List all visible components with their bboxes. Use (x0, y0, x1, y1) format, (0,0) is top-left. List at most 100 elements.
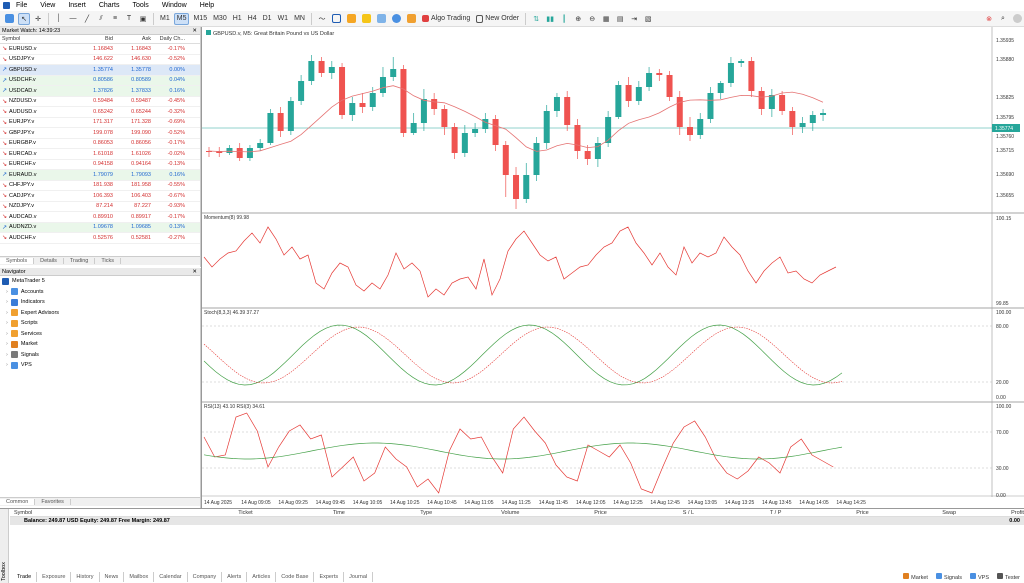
fibo-button[interactable]: ≡ (109, 13, 121, 25)
menu-file[interactable]: File (16, 2, 27, 9)
data-window-button[interactable] (375, 13, 388, 25)
indicators-button[interactable] (330, 13, 343, 25)
tab-history[interactable]: History (71, 572, 100, 582)
tab-symbols[interactable]: Symbols (0, 258, 35, 264)
col-bid[interactable]: Bid (88, 36, 113, 42)
market-watch-row[interactable]: ↘ EURGBP.v 0.86053 0.86056 -0.17% (0, 139, 200, 149)
nav-item-services[interactable]: › Services (0, 329, 200, 340)
menu-insert[interactable]: Insert (68, 2, 86, 9)
templates-button[interactable] (345, 13, 358, 25)
market-watch-row[interactable]: ↘ AUDUSD.v 0.65242 0.65244 -0.32% (0, 107, 200, 118)
market-watch-row[interactable]: ↗ AUDNZD.v 1.09678 1.09685 0.13% (0, 222, 200, 233)
expand-icon[interactable]: › (6, 352, 8, 358)
expand-icon[interactable]: › (6, 341, 8, 347)
search-button[interactable]: ⌕ (997, 13, 1009, 25)
market-watch-row[interactable]: ↘ EURUSD.v 1.16843 1.16843 -0.17% (0, 44, 200, 55)
chart-type-button[interactable]: 〜 (316, 13, 328, 25)
chart-window[interactable]: GBPUSD.v, M5: Great Britain Pound vs US … (201, 27, 1024, 508)
toolbox-col-time[interactable]: Time (253, 510, 345, 516)
scroll-button[interactable]: ▤ (614, 13, 626, 25)
nav-root[interactable]: MetaTrader 5 (0, 276, 200, 287)
toolbox-col-volume[interactable]: Volume (432, 510, 519, 516)
shapes-button[interactable]: ▣ (137, 13, 149, 25)
channel-button[interactable]: ⫽ (95, 13, 107, 25)
zoom-out-button[interactable]: ⊖ (586, 13, 598, 25)
cloud-button[interactable] (390, 13, 403, 25)
expand-icon[interactable]: › (6, 362, 8, 368)
crosshair-button[interactable]: ✛ (32, 13, 44, 25)
tf-mn[interactable]: MN (292, 13, 307, 25)
lock-button[interactable] (360, 13, 373, 25)
menu-help[interactable]: Help (200, 2, 214, 9)
tf-d1[interactable]: D1 (261, 13, 274, 25)
zoom-in-button[interactable]: ⊕ (572, 13, 584, 25)
tf-h4[interactable]: H4 (246, 13, 259, 25)
account-button[interactable] (1011, 13, 1024, 25)
horizontal-line-button[interactable]: — (67, 13, 79, 25)
status-signals[interactable]: Signals (935, 573, 962, 581)
tile-button[interactable]: ▦ (600, 13, 612, 25)
toolbox-col-symbol[interactable]: Symbol (10, 510, 117, 516)
menu-view[interactable]: View (40, 2, 55, 9)
help-button[interactable]: ⊗ (983, 13, 995, 25)
expand-icon[interactable]: › (6, 320, 8, 326)
tab-experts[interactable]: Experts (314, 572, 345, 582)
tab-mailbox[interactable]: Mailbox (124, 572, 155, 582)
expand-icon[interactable]: › (6, 289, 8, 295)
tf-m5[interactable]: M5 (173, 12, 190, 25)
new-chart-button[interactable] (3, 13, 16, 25)
menu-charts[interactable]: Charts (99, 2, 120, 9)
expand-icon[interactable]: › (6, 310, 8, 316)
tab-news[interactable]: News (100, 572, 125, 582)
col-ask[interactable]: Ask (113, 36, 151, 42)
market-watch-row[interactable]: ↘ NZDJPY.v 87.214 87.227 -0.93% (0, 202, 200, 212)
tab-calendar[interactable]: Calendar (154, 572, 188, 582)
toolbox-col-sl[interactable]: S / L (607, 510, 694, 516)
expand-icon[interactable]: › (6, 331, 8, 337)
tab-journal[interactable]: Journal (344, 572, 374, 582)
market-watch-row[interactable]: ↘ NZDUSD.v 0.59484 0.59487 -0.45% (0, 97, 200, 107)
menu-tools[interactable]: Tools (132, 2, 148, 9)
tab-details[interactable]: Details (34, 258, 64, 264)
market-watch-row[interactable]: ↘ CADJPY.v 106.393 106.403 -0.67% (0, 191, 200, 202)
market-watch-row[interactable]: ↘ AUDCHF.v 0.52576 0.52581 -0.27% (0, 233, 200, 244)
market-watch-row[interactable]: ↗ USDCAD.v 1.37826 1.37833 0.16% (0, 86, 200, 97)
tab-code-base[interactable]: Code Base (276, 572, 315, 582)
toolbox-col-ticket[interactable]: Ticket (117, 510, 252, 516)
toolbox-col-tp[interactable]: T / P (694, 510, 782, 516)
toolbox-col-profit[interactable]: Profit (956, 510, 1024, 516)
market-watch-row[interactable]: ↘ AUDCAD.v 0.89910 0.89917 -0.17% (0, 212, 200, 223)
status-vps[interactable]: VPS (970, 573, 989, 581)
depth-button[interactable]: ⇅ (530, 13, 542, 25)
toolbox-col-price[interactable]: Price (781, 510, 869, 516)
market-watch-row[interactable]: ↘ GBPJPY.v 199.078 199.090 -0.52% (0, 128, 200, 139)
market-watch-row[interactable]: ↘ EURCAD.v 1.61018 1.61026 -0.02% (0, 149, 200, 160)
toolbox-col-swap[interactable]: Swap (869, 510, 956, 516)
market-watch-row[interactable]: ↗ EURAUD.v 1.79079 1.79093 0.16% (0, 170, 200, 181)
tab-ticks[interactable]: Ticks (95, 258, 121, 264)
menu-window[interactable]: Window (162, 2, 187, 9)
tab-favorites[interactable]: Favorites (35, 499, 71, 505)
tf-m30[interactable]: M30 (211, 13, 229, 25)
algo-trading-button[interactable]: Algo Trading (420, 13, 472, 25)
candles-button[interactable]: ┃ (558, 13, 570, 25)
market-watch-row[interactable]: ↘ EURJPY.v 171.317 171.328 -0.69% (0, 118, 200, 128)
nav-item-indicators[interactable]: › Indicators (0, 297, 200, 308)
col-symbol[interactable]: Symbol (0, 36, 88, 42)
col-daily-change[interactable]: Daily Ch... (151, 36, 189, 42)
nav-item-vps[interactable]: › VPS (0, 360, 200, 371)
market-watch-row[interactable]: ↗ USDCHF.v 0.80586 0.80589 0.04% (0, 75, 200, 86)
market-watch-row[interactable]: ↘ CHFJPY.v 181.938 181.958 -0.55% (0, 181, 200, 191)
tab-common[interactable]: Common (0, 499, 36, 505)
trendline-button[interactable]: ╱ (81, 13, 93, 25)
tf-m1[interactable]: M1 (158, 13, 172, 25)
market-watch-row[interactable]: ↘ EURCHF.v 0.94158 0.94164 -0.13% (0, 160, 200, 170)
metaeditor-button[interactable] (405, 13, 418, 25)
toolbox-col-price[interactable]: Price (519, 510, 607, 516)
close-icon[interactable]: ✕ (192, 28, 197, 34)
tab-company[interactable]: Company (188, 572, 223, 582)
text-button[interactable]: T (123, 13, 135, 25)
nav-item-expert-advisors[interactable]: › Expert Advisors (0, 308, 200, 319)
market-watch-row[interactable]: ↘ USDJPY.v 146.622 146.630 -0.52% (0, 55, 200, 65)
market-watch-row[interactable]: ↗ GBPUSD.v 1.35774 1.35778 0.00% (0, 65, 200, 76)
